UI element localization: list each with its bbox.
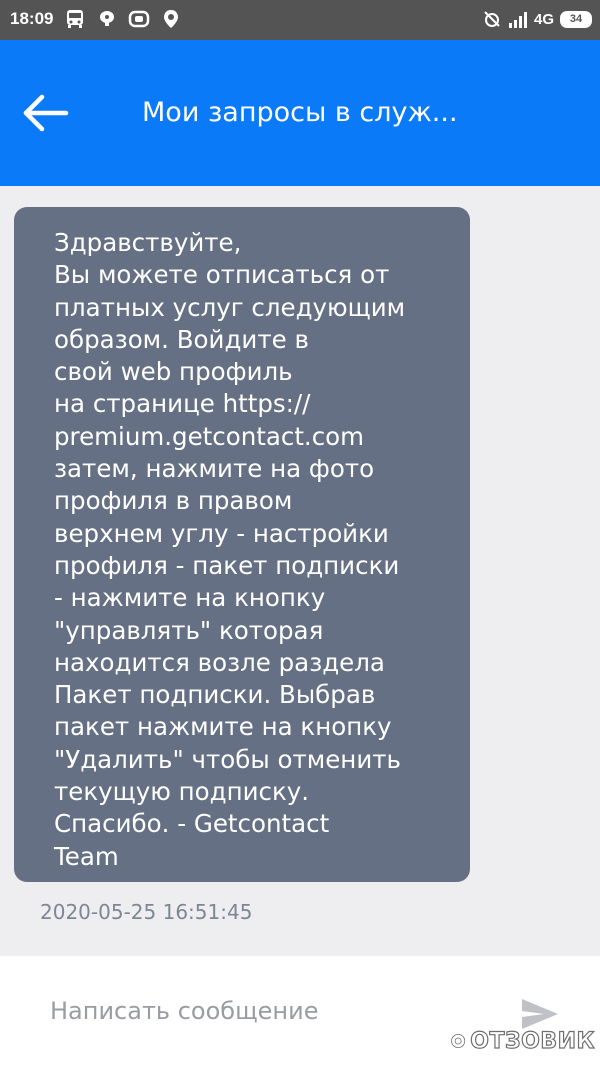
message-line: Вы можете отписаться от: [54, 260, 390, 290]
message-line: затем, нажмите на фото: [54, 454, 375, 484]
watermark-logo-icon: [450, 1033, 467, 1049]
message-line: "Удалить" чтобы отменить: [54, 744, 401, 774]
message-line: платных услуг следующим: [54, 292, 406, 322]
watermark-text: ОТЗОВИК: [470, 1028, 595, 1054]
watermark: ОТЗОВИК: [450, 1022, 595, 1060]
location-icon: [160, 8, 182, 30]
message-line: на странице https://: [54, 389, 311, 419]
alarm-off-icon: [482, 9, 502, 29]
status-bar: 18:09 4G 34: [0, 0, 600, 40]
message-line: Пакет подписки. Выбрав: [54, 680, 376, 710]
battery-level: 34: [569, 12, 583, 25]
message-line: "управлять" которая: [54, 615, 324, 645]
back-button[interactable]: [20, 92, 72, 134]
message-line: профиля - пакет подписки: [54, 550, 400, 580]
support-message-bubble: Здравствуйте, Вы можете отписаться от пл…: [14, 207, 470, 882]
cast-icon: [128, 8, 150, 30]
message-line: находится возле раздела: [54, 647, 385, 677]
message-line: текущую подписку.: [54, 777, 310, 807]
message-line: образом. Войдите в: [54, 324, 309, 354]
message-line: premium.getcontact.com: [54, 421, 365, 451]
status-time: 18:09: [10, 9, 54, 28]
message-input[interactable]: [40, 986, 500, 1036]
system-status: 4G 34: [482, 9, 592, 29]
message-line: - нажмите на кнопку: [54, 583, 326, 613]
back-arrow-icon: [23, 94, 69, 132]
message-line: Team: [54, 841, 119, 871]
message-timestamp: 2020-05-25 16:51:45: [40, 900, 253, 924]
message-line: Спасибо. - Getcontact: [54, 809, 330, 839]
network-type: 4G: [533, 10, 554, 28]
app-header: Мои запросы в служ...: [0, 40, 600, 186]
notification-icons: [64, 8, 182, 30]
page-title: Мои запросы в служ...: [142, 97, 458, 128]
message-line: пакет нажмите на кнопку: [54, 712, 392, 742]
battery-icon: 34: [560, 10, 592, 28]
message-line: профиля в правом: [54, 486, 293, 516]
message-line: Здравствуйте,: [54, 228, 242, 257]
message-line: свой web профиль: [54, 357, 293, 387]
signal-icon: [508, 9, 528, 29]
message-line: верхнем углу - настройки: [54, 518, 389, 548]
bus-icon: [64, 8, 86, 30]
balloon-icon: [96, 8, 118, 30]
